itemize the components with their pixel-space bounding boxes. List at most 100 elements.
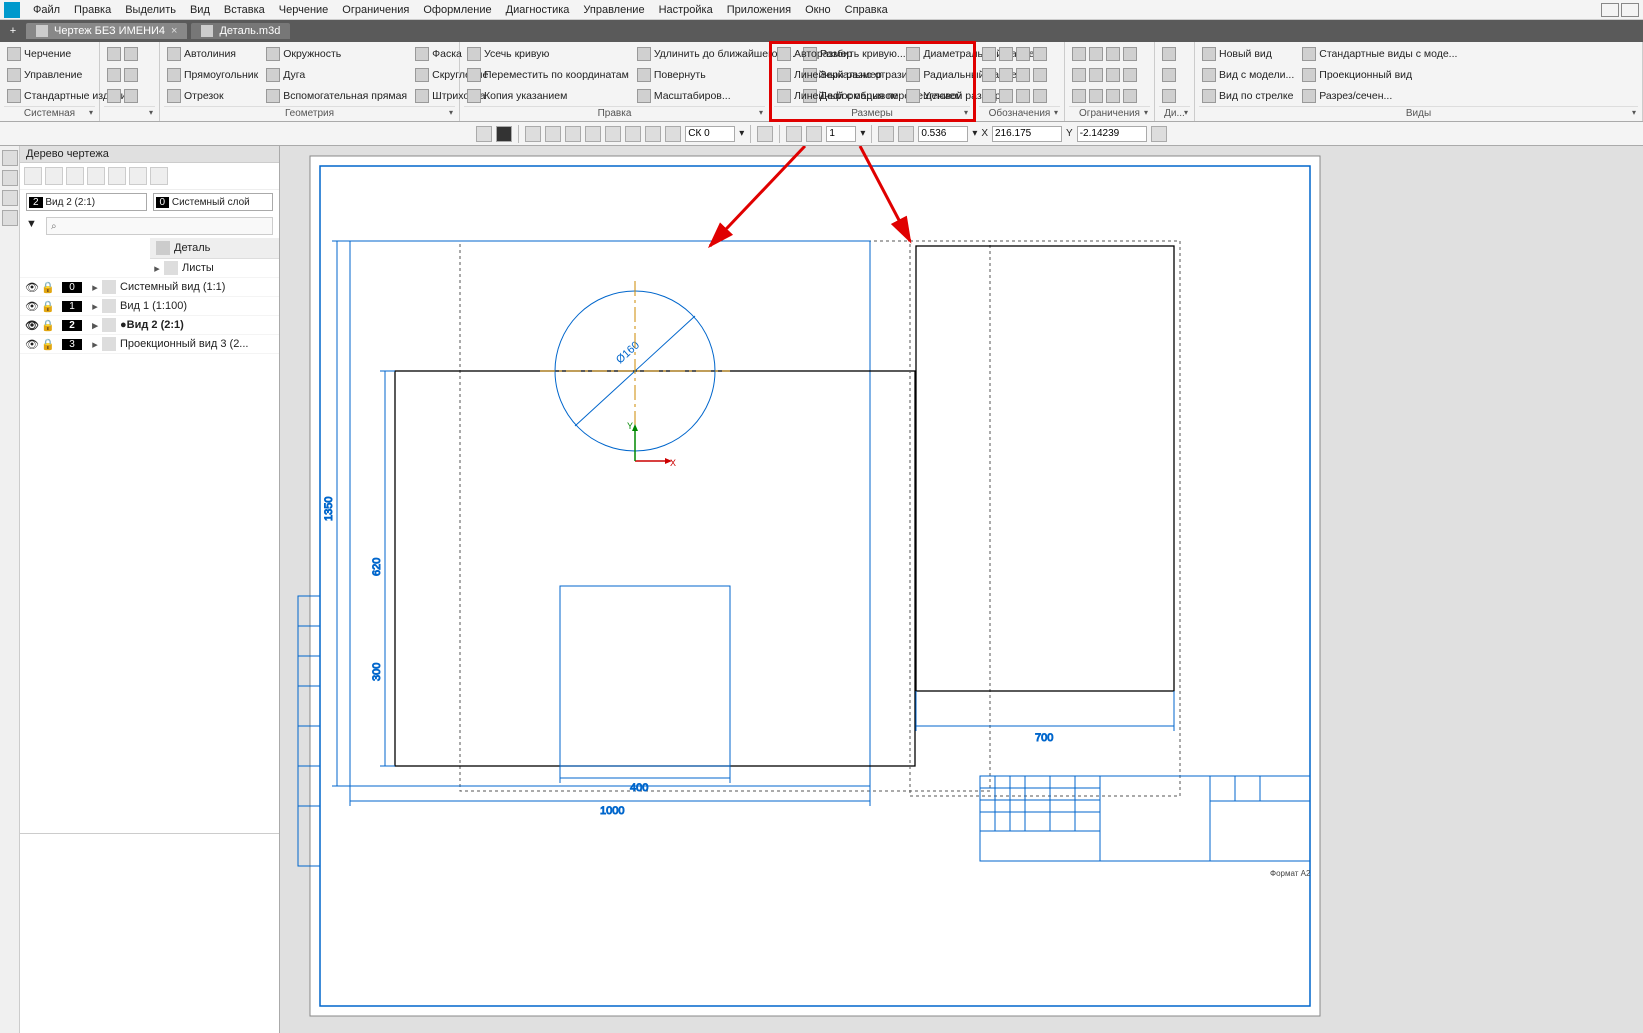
btn-section[interactable]: Разрез/сечен... [1299,86,1460,106]
btn-move-coords[interactable]: Переместить по координатам [464,65,632,85]
btn-projview[interactable]: Проекционный вид [1299,65,1460,85]
menu-diagnostics[interactable]: Диагностика [499,4,577,16]
btn-copy[interactable]: Копия указанием [464,86,632,106]
tree-view-1[interactable]: 👁🔒1▸Вид 1 (1:100) [20,297,279,316]
tree-search-input[interactable] [46,217,273,235]
tab-detail[interactable]: Деталь.m3d [191,23,290,39]
ribbon-title-system[interactable]: Системная [4,106,95,119]
x-field[interactable] [992,126,1062,142]
minimize-icon[interactable] [1601,3,1619,17]
lt-tree-icon[interactable] [2,150,18,166]
menu-edit[interactable]: Правка [67,4,118,16]
viewstate-icon[interactable] [806,126,822,142]
btn-autoline[interactable]: Автолиния [164,44,261,64]
tree-tb-7[interactable] [150,167,168,185]
ribbon-title-di[interactable]: Ди... [1159,106,1190,119]
btn-arrowview[interactable]: Вид по стрелке [1199,86,1297,106]
filter-icon[interactable]: ▼ [26,218,42,234]
ribbon-title-views[interactable]: Виды [1199,106,1638,119]
ribbon-title-file[interactable] [104,106,155,119]
btn-undo[interactable] [104,86,141,106]
drawing-canvas[interactable]: Ø160 XY 1350 620 300 400 [280,146,1643,1033]
y-field[interactable] [1077,126,1147,142]
btn-con-3[interactable] [1069,86,1140,106]
menu-select[interactable]: Выделить [118,4,183,16]
snap3-icon[interactable] [565,126,581,142]
btn-autodim[interactable]: Авторазмер [774,44,901,64]
zoomout-icon[interactable] [878,126,894,142]
menu-file[interactable]: Файл [26,4,67,16]
btn-desig-3[interactable] [979,86,1050,106]
btn-trim[interactable]: Усечь кривую [464,44,632,64]
grid-icon[interactable] [645,126,661,142]
btn-con-2[interactable] [1069,65,1140,85]
btn-desig-2[interactable] [979,65,1050,85]
tree-sheets[interactable]: ▸Листы [20,259,279,278]
menu-help[interactable]: Справка [838,4,895,16]
zoomin-icon[interactable] [898,126,914,142]
tree-head-detail[interactable]: Деталь [150,238,279,259]
btn-rectangle[interactable]: Прямоугольник [164,65,261,85]
tree-view-0[interactable]: 👁🔒0▸Системный вид (1:1) [20,278,279,297]
snap2-icon[interactable] [545,126,561,142]
btn-stdviews[interactable]: Стандартные виды с моде... [1299,44,1460,64]
btn-save[interactable] [104,65,141,85]
tree-tb-6[interactable] [129,167,147,185]
btn-con-1[interactable] [1069,44,1140,64]
snap5-icon[interactable] [605,126,621,142]
ribbon-title-geometry[interactable]: Геометрия [164,106,455,119]
menu-design[interactable]: Оформление [416,4,498,16]
ribbon-title-dimensions[interactable]: Размеры [774,106,970,119]
snap1-icon[interactable] [525,126,541,142]
tree-tb-2[interactable] [45,167,63,185]
ortho-icon[interactable] [665,126,681,142]
ribbon-title-edit[interactable]: Правка [464,106,765,119]
tree-tb-4[interactable] [87,167,105,185]
tree-tb-3[interactable] [66,167,84,185]
zoom-field[interactable] [918,126,968,142]
menu-manage[interactable]: Управление [576,4,651,16]
lt-lib-icon[interactable] [2,210,18,226]
btn-lineardim[interactable]: Линейный размер [774,65,901,85]
layer-icon[interactable] [786,126,802,142]
scale-field[interactable] [826,126,856,142]
tree-tb-5[interactable] [108,167,126,185]
menu-insert[interactable]: Вставка [217,4,272,16]
btn-di-2[interactable] [1159,65,1179,85]
menu-view[interactable]: Вид [183,4,217,16]
lt-vars-icon[interactable] [2,190,18,206]
tree-tb-1[interactable] [24,167,42,185]
maximize-icon[interactable] [1621,3,1639,17]
view-selector[interactable]: 2 Вид 2 (2:1) [26,193,147,211]
sk-field[interactable] [685,126,735,142]
menu-constraints[interactable]: Ограничения [335,4,416,16]
linestyle-icon[interactable] [496,126,512,142]
btn-desig-1[interactable] [979,44,1050,64]
opt-icon-1[interactable] [476,126,492,142]
menu-apps[interactable]: Приложения [720,4,798,16]
menu-settings[interactable]: Настройка [652,4,720,16]
snap4-icon[interactable] [585,126,601,142]
new-tab-button[interactable]: + [4,22,22,40]
close-icon[interactable]: × [171,25,177,37]
btn-modelview[interactable]: Вид с модели... [1199,65,1297,85]
btn-newview[interactable]: Новый вид [1199,44,1297,64]
ribbon-title-constraints[interactable]: Ограничения [1069,106,1150,119]
btn-circle[interactable]: Окружность [263,44,410,64]
tree-view-2[interactable]: 👁🔒2▸● Вид 2 (2:1) [20,316,279,335]
btn-di-3[interactable] [1159,86,1179,106]
tab-drawing[interactable]: Чертеж БЕЗ ИМЕНИ4 × [26,23,187,39]
ucs-icon[interactable] [757,126,773,142]
ribbon-title-designations[interactable]: Обозначения [979,106,1060,119]
btn-linearbreak[interactable]: Линейный с обрывом [774,86,901,106]
btn-new[interactable] [104,44,141,64]
btn-arc[interactable]: Дуга [263,65,410,85]
menu-window[interactable]: Окно [798,4,838,16]
pick-icon[interactable] [1151,126,1167,142]
snap6-icon[interactable] [625,126,641,142]
tree-view-3[interactable]: 👁🔒3▸Проекционный вид 3 (2... [20,335,279,354]
menu-drawing[interactable]: Черчение [272,4,336,16]
btn-segment[interactable]: Отрезок [164,86,261,106]
btn-auxline[interactable]: Вспомогательная прямая [263,86,410,106]
btn-di-1[interactable] [1159,44,1179,64]
